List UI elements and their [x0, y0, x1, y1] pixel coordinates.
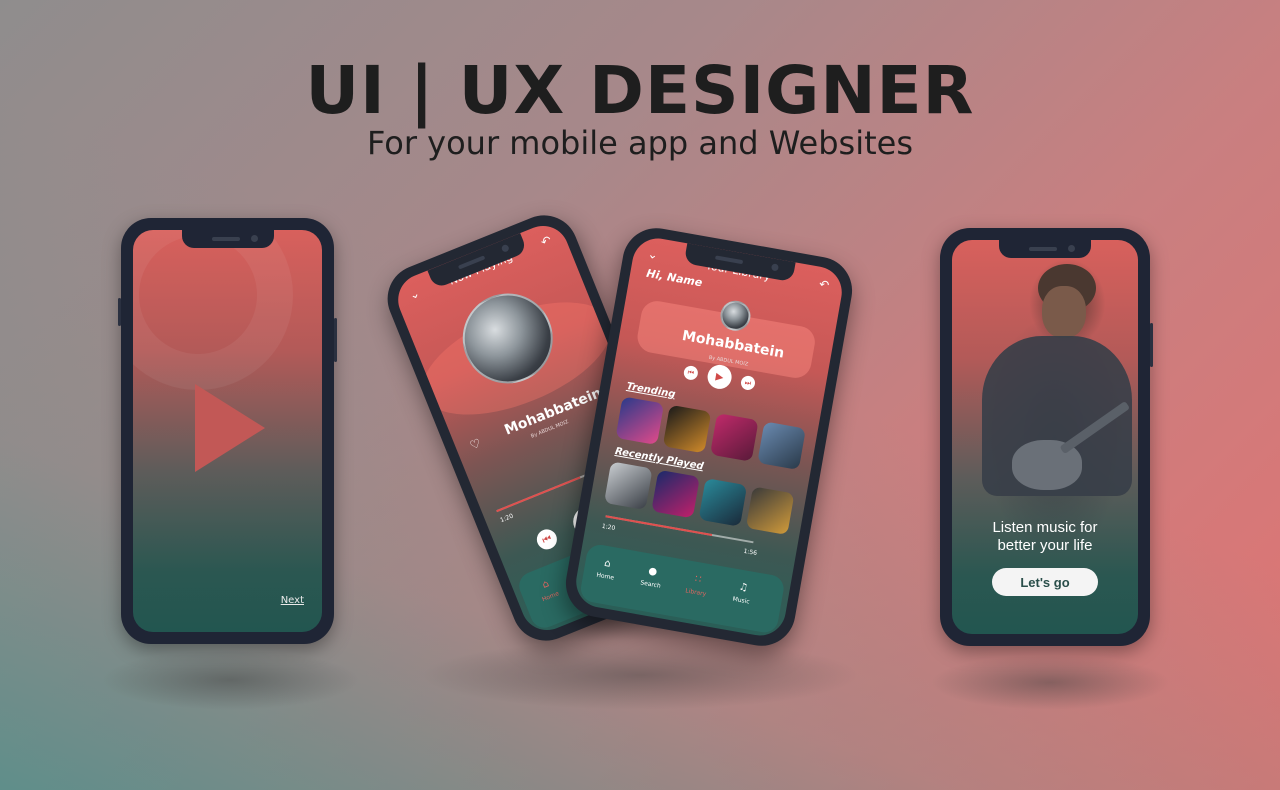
trending-thumb-3[interactable]: [709, 413, 759, 462]
total-time: 1:56: [743, 547, 758, 558]
recent-thumb-4[interactable]: [745, 486, 795, 536]
recent-thumb-1[interactable]: [603, 461, 653, 511]
trending-thumb-1[interactable]: [615, 396, 665, 446]
lets-go-button[interactable]: Let's go: [992, 568, 1098, 596]
welcome-phone: Listen music for better your life Let's …: [940, 228, 1153, 646]
heart-icon[interactable]: ♡: [468, 436, 483, 453]
welcome-screen: Listen music for better your life Let's …: [952, 240, 1138, 634]
previous-button[interactable]: ⏮: [533, 526, 560, 553]
current-time: 1:20: [601, 522, 616, 533]
nav-home[interactable]: ⌂ Home: [525, 572, 570, 607]
welcome-line-1: Listen music for: [992, 519, 1098, 536]
onboarding-phone: Next: [118, 218, 337, 644]
headphones-icon: ♫: [737, 581, 749, 594]
current-time: 1:20: [499, 512, 515, 525]
nav-search[interactable]: ● Search: [630, 563, 673, 592]
recent-thumb-2[interactable]: [651, 469, 700, 519]
home-icon: ⌂: [540, 578, 551, 591]
library-icon: ∷: [693, 573, 703, 586]
play-triangle-icon: [195, 384, 265, 472]
progress-fill: [605, 515, 713, 536]
trending-thumb-2[interactable]: [662, 404, 712, 454]
search-icon: ●: [647, 565, 658, 578]
hero-title: UI | UX DESIGNER: [305, 52, 975, 129]
power-button: [334, 318, 337, 362]
play-button[interactable]: ▶: [705, 363, 734, 391]
trending-thumb-4[interactable]: [757, 421, 806, 471]
next-link[interactable]: Next: [281, 595, 304, 606]
volume-button: [118, 298, 121, 326]
center-phones-shadow: [420, 640, 860, 710]
home-icon: ⌂: [603, 557, 612, 570]
notch: [181, 230, 274, 248]
next-button[interactable]: ⏭: [739, 374, 757, 392]
left-phone-shadow: [100, 650, 360, 710]
nav-home[interactable]: ⌂ Home: [585, 555, 628, 584]
welcome-line-2: better your life: [997, 537, 1093, 554]
power-button: [1150, 323, 1153, 367]
recent-thumb-3[interactable]: [698, 478, 748, 527]
decorative-ring: [133, 230, 293, 390]
onboarding-screen: Next: [133, 230, 322, 632]
notch: [999, 240, 1091, 258]
guitarist-face: [1042, 286, 1086, 338]
right-phone-shadow: [930, 655, 1170, 710]
nav-library[interactable]: ∷ Library: [675, 571, 718, 600]
previous-button[interactable]: ⏮: [682, 364, 699, 381]
hero-subtitle: For your mobile app and Websites: [366, 124, 913, 162]
nav-music[interactable]: ♫ Music: [721, 579, 764, 608]
